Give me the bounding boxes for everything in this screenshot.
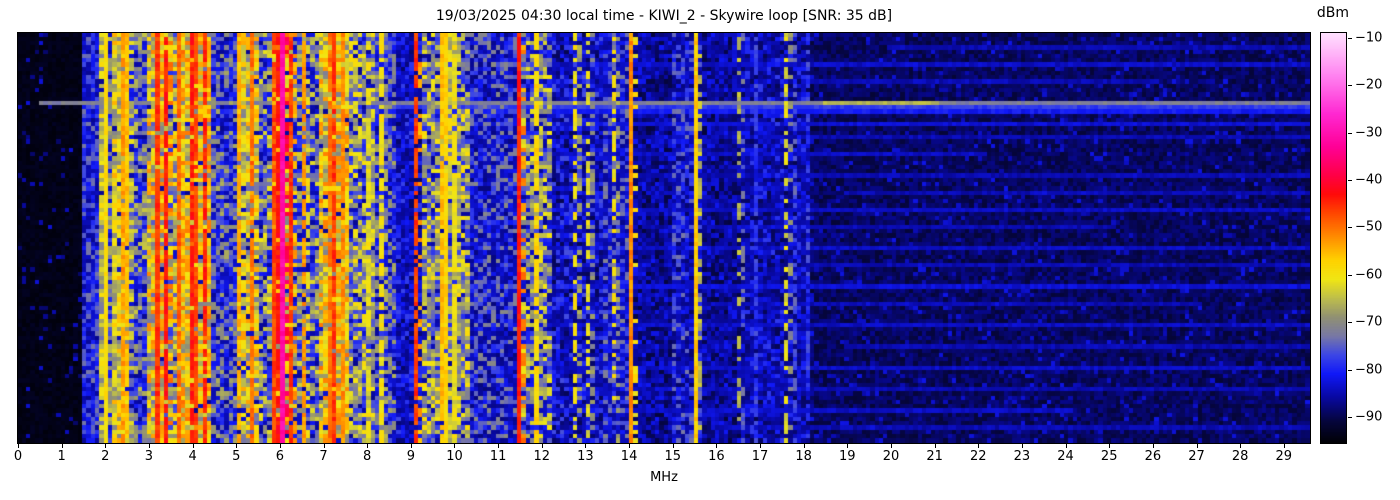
x-tick	[1065, 444, 1067, 448]
x-tick-label: 7	[319, 449, 328, 464]
x-tick	[1240, 444, 1242, 448]
x-tick	[629, 444, 631, 448]
x-tick	[454, 444, 456, 448]
colorbar-tick-label: −90	[1355, 409, 1383, 425]
colorbar-tick-label: −70	[1355, 314, 1383, 330]
x-tick	[323, 444, 325, 448]
x-tick-label: 18	[795, 449, 812, 464]
colorbar-tick-label: −30	[1355, 125, 1383, 141]
x-tick-label: 24	[1057, 449, 1074, 464]
x-tick	[105, 444, 107, 448]
colorbar-tick	[1348, 132, 1352, 134]
x-tick	[61, 444, 63, 448]
x-tick-label: 16	[708, 449, 725, 464]
x-tick	[585, 444, 587, 448]
x-tick	[672, 444, 674, 448]
x-tick	[410, 444, 412, 448]
x-tick-label: 8	[363, 449, 372, 464]
x-tick-label: 15	[664, 449, 681, 464]
colorbar-tick-label: −80	[1355, 362, 1383, 378]
x-tick-label: 5	[232, 449, 241, 464]
x-tick-label: 17	[751, 449, 769, 464]
colorbar-tick-label: −20	[1355, 77, 1383, 93]
x-tick-label: 25	[1100, 449, 1118, 464]
x-tick	[890, 444, 892, 448]
x-tick-label: 11	[489, 449, 507, 464]
x-tick-label: 13	[577, 449, 594, 464]
x-tick	[1021, 444, 1023, 448]
x-tick	[148, 444, 150, 448]
x-tick-label: 27	[1188, 449, 1205, 464]
x-tick	[847, 444, 849, 448]
x-tick-label: 29	[1275, 449, 1293, 464]
colorbar-tick	[1348, 369, 1352, 371]
x-tick	[760, 444, 762, 448]
colorbar-ticks	[1347, 33, 1352, 443]
colorbar-tick-label: −50	[1355, 219, 1383, 235]
x-tick-label: 4	[188, 449, 197, 464]
x-tick	[716, 444, 718, 448]
x-tick	[934, 444, 936, 448]
colorbar-gradient	[1320, 32, 1347, 444]
x-tick-label: 26	[1144, 449, 1162, 464]
x-tick-label: 21	[926, 449, 943, 464]
x-tick-label: 9	[406, 449, 415, 464]
x-tick-label: 22	[969, 449, 987, 464]
x-tick-label: 1	[57, 449, 66, 464]
x-tick	[978, 444, 980, 448]
x-axis-tick-labels: 0 1 2 3 4 5 6 7 8 9 10 11 12 13 14 15 16 17 18 19 20 21 22 23 24…	[14, 449, 1310, 465]
x-tick-label: 12	[533, 449, 551, 464]
colorbar-tick-label: −40	[1355, 172, 1383, 188]
waterfall-heatmap	[17, 32, 1311, 444]
x-tick-label: 20	[882, 449, 900, 464]
x-tick-label: 14	[620, 449, 638, 464]
x-tick-label: 6	[275, 449, 285, 464]
spectrogram-figure: 19/03/2025 04:30 local time - KIWI_2 - S…	[0, 0, 1400, 500]
x-tick	[1283, 444, 1285, 448]
x-tick	[1196, 444, 1198, 448]
x-tick	[236, 444, 238, 448]
colorbar-tick-labels: −10 −20 −30 −40 −50 −60 −70 −80 −90	[1355, 30, 1397, 443]
x-tick	[803, 444, 805, 448]
colorbar-tick	[1348, 179, 1352, 181]
colorbar-title: dBm	[1316, 5, 1350, 21]
x-tick	[1109, 444, 1111, 448]
colorbar-tick	[1348, 416, 1352, 418]
plot-title: 19/03/2025 04:30 local time - KIWI_2 - S…	[435, 8, 893, 24]
x-tick-label: 3	[144, 449, 154, 464]
x-tick-label: 2	[101, 449, 110, 464]
x-axis-label: MHz	[650, 470, 678, 485]
x-tick-label: 0	[13, 449, 23, 464]
x-tick	[367, 444, 369, 448]
x-tick	[541, 444, 543, 448]
colorbar-tick	[1348, 227, 1352, 229]
x-tick	[18, 444, 19, 448]
colorbar-tick	[1348, 85, 1352, 87]
colorbar-tick-label: −60	[1355, 267, 1383, 283]
x-tick	[279, 444, 281, 448]
x-tick	[192, 444, 194, 448]
colorbar-tick-label: −10	[1355, 30, 1383, 46]
colorbar-tick	[1348, 37, 1352, 39]
x-tick-label: 19	[839, 449, 856, 464]
x-tick-label: 23	[1013, 449, 1031, 464]
colorbar-tick	[1348, 274, 1352, 276]
x-tick	[498, 444, 500, 448]
x-tick	[1152, 444, 1154, 448]
x-tick-label: 28	[1231, 449, 1249, 464]
colorbar-tick	[1348, 322, 1352, 324]
x-tick-label: 10	[446, 449, 463, 464]
